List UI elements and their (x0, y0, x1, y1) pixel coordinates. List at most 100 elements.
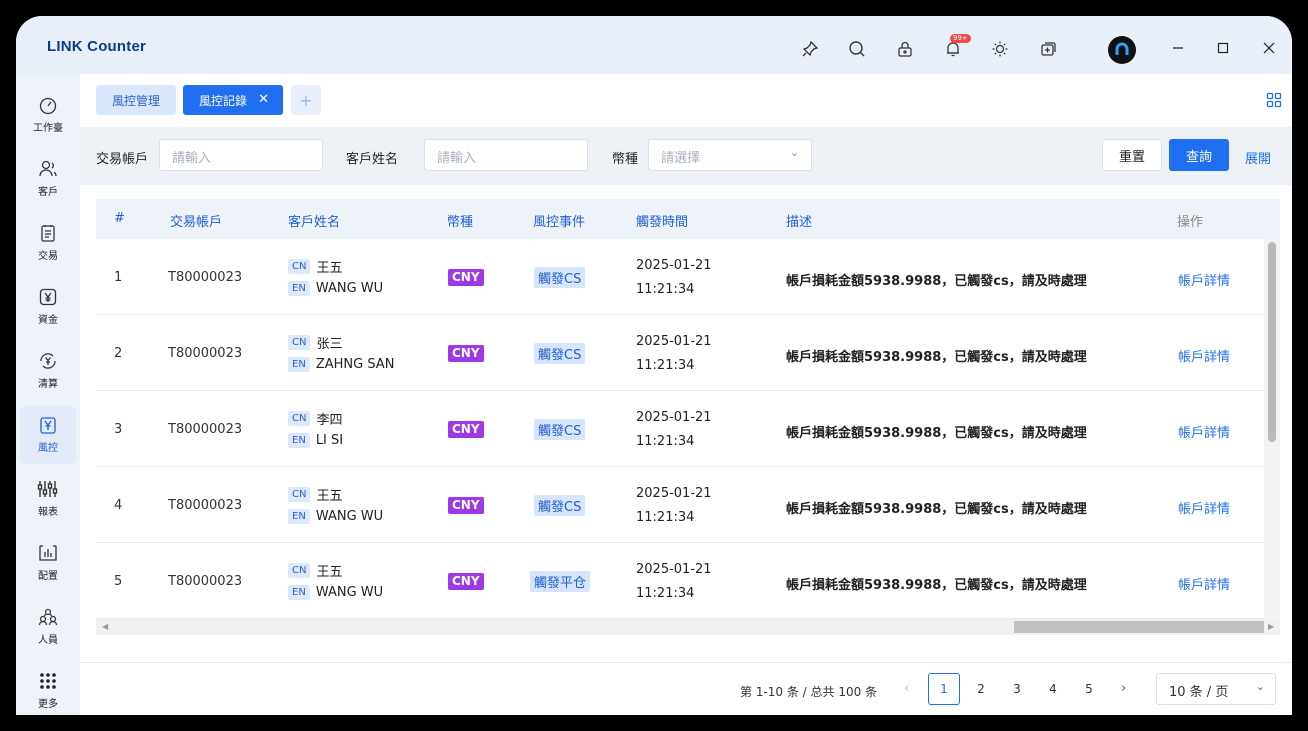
reset-button[interactable]: 重置 (1102, 139, 1162, 171)
horizontal-scroll-thumb[interactable] (1014, 621, 1264, 633)
name-en: EN WANG WU (288, 585, 383, 600)
trigger-time: 11:21:34 (636, 282, 695, 297)
en-tag: EN (288, 585, 310, 600)
prev-page-icon[interactable]: ‹ (904, 681, 909, 696)
description: 帳戶損耗金額5938.9988，已觸發cs，請及時處理 (786, 502, 1087, 517)
row-index: 4 (114, 498, 123, 513)
expand-link[interactable]: 展開 (1245, 148, 1271, 167)
page-size-select[interactable]: 10 条 / 页 ⌄ (1156, 673, 1276, 705)
sidebar-item-staff[interactable]: 人員 (20, 598, 76, 656)
sidebar-item-more[interactable]: 更多 (20, 662, 76, 715)
name-cn: CN 李四 (288, 409, 342, 428)
yen-icon (37, 286, 59, 308)
page-5-button[interactable]: 5 (1073, 673, 1105, 705)
vertical-scroll-thumb[interactable] (1268, 242, 1276, 442)
name-placeholder: 請輸入 (437, 151, 477, 166)
table-row: 4 T80000023 CN 王五 EN WANG WU CNY 觸發CS 2025… (96, 467, 1264, 543)
horizontal-scrollbar[interactable]: ◀ ▶ (96, 619, 1280, 635)
customer-name-en: ZAHNG SAN (315, 357, 395, 372)
settings-chart-icon (37, 542, 59, 564)
customer-name-cn: 王五 (316, 489, 343, 504)
sidebar-item-dashboard[interactable]: 工作臺 (20, 86, 76, 144)
trade-account: T80000023 (168, 346, 243, 361)
scroll-right-icon[interactable]: ▶ (1268, 622, 1274, 631)
lock-icon[interactable] (894, 38, 916, 60)
tab-risk-records[interactable]: 風控記錄 ✕ (183, 85, 283, 115)
currency-tag: CNY (448, 269, 484, 286)
page-2-button[interactable]: 2 (965, 673, 997, 705)
minimize-icon[interactable] (1168, 38, 1188, 58)
query-button[interactable]: 查詢 (1169, 139, 1229, 171)
name-input[interactable]: 請輸入 (424, 139, 588, 171)
name-cn: CN 王五 (288, 561, 342, 580)
tab-close-icon[interactable]: ✕ (258, 92, 269, 107)
column-header: 描述 (786, 215, 813, 230)
sidebar-item-funds[interactable]: 資金 (20, 278, 76, 336)
customer-name-en: WANG WU (315, 585, 384, 600)
column-header: 操作 (1177, 215, 1204, 230)
sidebar: 工作臺 客戶 交易 資金 清算 風控 報表 配置 人員 更多 (16, 74, 80, 715)
tab-risk-management[interactable]: 風控管理 (96, 85, 176, 115)
customer-name-cn: 李四 (316, 413, 343, 428)
maximize-icon[interactable] (1213, 38, 1233, 58)
description: 帳戶損耗金額5938.9988，已觸發cs，請及時處理 (786, 578, 1087, 593)
sidebar-item-clearing[interactable]: 清算 (20, 342, 76, 400)
grid-dots-icon (37, 670, 59, 692)
account-detail-link[interactable]: 帳戶詳情 (1178, 498, 1230, 517)
bell-icon[interactable]: 99+ (942, 34, 971, 60)
search-icon[interactable] (846, 38, 868, 60)
sidebar-item-trading[interactable]: 交易 (20, 214, 76, 272)
page-4-button[interactable]: 4 (1037, 673, 1069, 705)
name-en: EN ZAHNG SAN (288, 357, 394, 372)
customer-name-cn: 张三 (316, 337, 343, 352)
page-3-button[interactable]: 3 (1001, 673, 1033, 705)
people-icon (37, 606, 59, 628)
sidebar-item-label: 客戶 (38, 187, 58, 198)
close-icon[interactable] (1259, 38, 1279, 58)
en-tag: EN (288, 357, 310, 372)
sidebar-item-label: 工作臺 (33, 123, 63, 134)
add-tab-button[interactable]: + (291, 85, 321, 115)
layout-grid-icon[interactable] (1266, 92, 1282, 112)
en-tag: EN (288, 281, 310, 296)
title-bar: LINK Counter 99+ (16, 16, 1292, 74)
account-detail-link[interactable]: 帳戶詳情 (1178, 270, 1230, 289)
account-input[interactable]: 請輸入 (159, 139, 323, 171)
table-row: 1 T80000023 CN 王五 EN WANG WU CNY 觸發CS 2025… (96, 239, 1264, 315)
chevron-down-icon: ⌄ (1255, 680, 1265, 693)
table-row: 2 T80000023 CN 张三 EN ZAHNG SAN CNY 觸發CS 20… (96, 315, 1264, 391)
account-detail-link[interactable]: 帳戶詳情 (1178, 574, 1230, 593)
currency-select[interactable]: 請選擇 ⌄ (648, 139, 812, 171)
pin-icon[interactable] (799, 38, 821, 60)
currency-placeholder: 請選擇 (661, 151, 701, 166)
trigger-time: 11:21:34 (636, 358, 695, 373)
window-switch-icon[interactable] (1037, 38, 1059, 60)
sidebar-item-config[interactable]: 配置 (20, 534, 76, 592)
tab-label: 風控記錄 (199, 93, 248, 108)
description: 帳戶損耗金額5938.9988，已觸發cs，請及時處理 (786, 350, 1087, 365)
filter-bar: 交易帳戶 請輸入 客戶姓名 請輸入 幣種 請選擇 ⌄ 重置 查詢 展開 (80, 127, 1292, 185)
en-tag: EN (288, 433, 310, 448)
currency-label: 幣種 (612, 152, 639, 167)
dashboard-icon (37, 94, 59, 116)
next-page-icon[interactable]: › (1121, 681, 1126, 696)
tab-label: 風控管理 (111, 93, 160, 108)
vertical-scrollbar[interactable] (1264, 239, 1280, 619)
page-1-button[interactable]: 1 (928, 673, 960, 705)
trigger-time: 11:21:34 (636, 434, 695, 449)
page-size-value: 10 条 / 页 (1169, 685, 1229, 700)
scroll-left-icon[interactable]: ◀ (102, 622, 108, 631)
name-label: 客戶姓名 (346, 152, 399, 167)
account-placeholder: 請輸入 (172, 151, 212, 166)
table-header: # 交易帳戶 客戶姓名 幣種 風控事件 觸發時間 描述 操作 (96, 199, 1280, 239)
name-cn: CN 王五 (288, 485, 342, 504)
sidebar-item-reports[interactable]: 報表 (20, 470, 76, 528)
sun-icon[interactable] (989, 38, 1011, 60)
sidebar-item-label: 交易 (38, 251, 58, 262)
avatar[interactable] (1108, 36, 1136, 64)
sidebar-item-risk-control[interactable]: 風控 (20, 406, 76, 464)
account-detail-link[interactable]: 帳戶詳情 (1178, 422, 1230, 441)
sidebar-item-customers[interactable]: 客戶 (20, 150, 76, 208)
trade-account: T80000023 (168, 574, 243, 589)
account-detail-link[interactable]: 帳戶詳情 (1178, 346, 1230, 365)
